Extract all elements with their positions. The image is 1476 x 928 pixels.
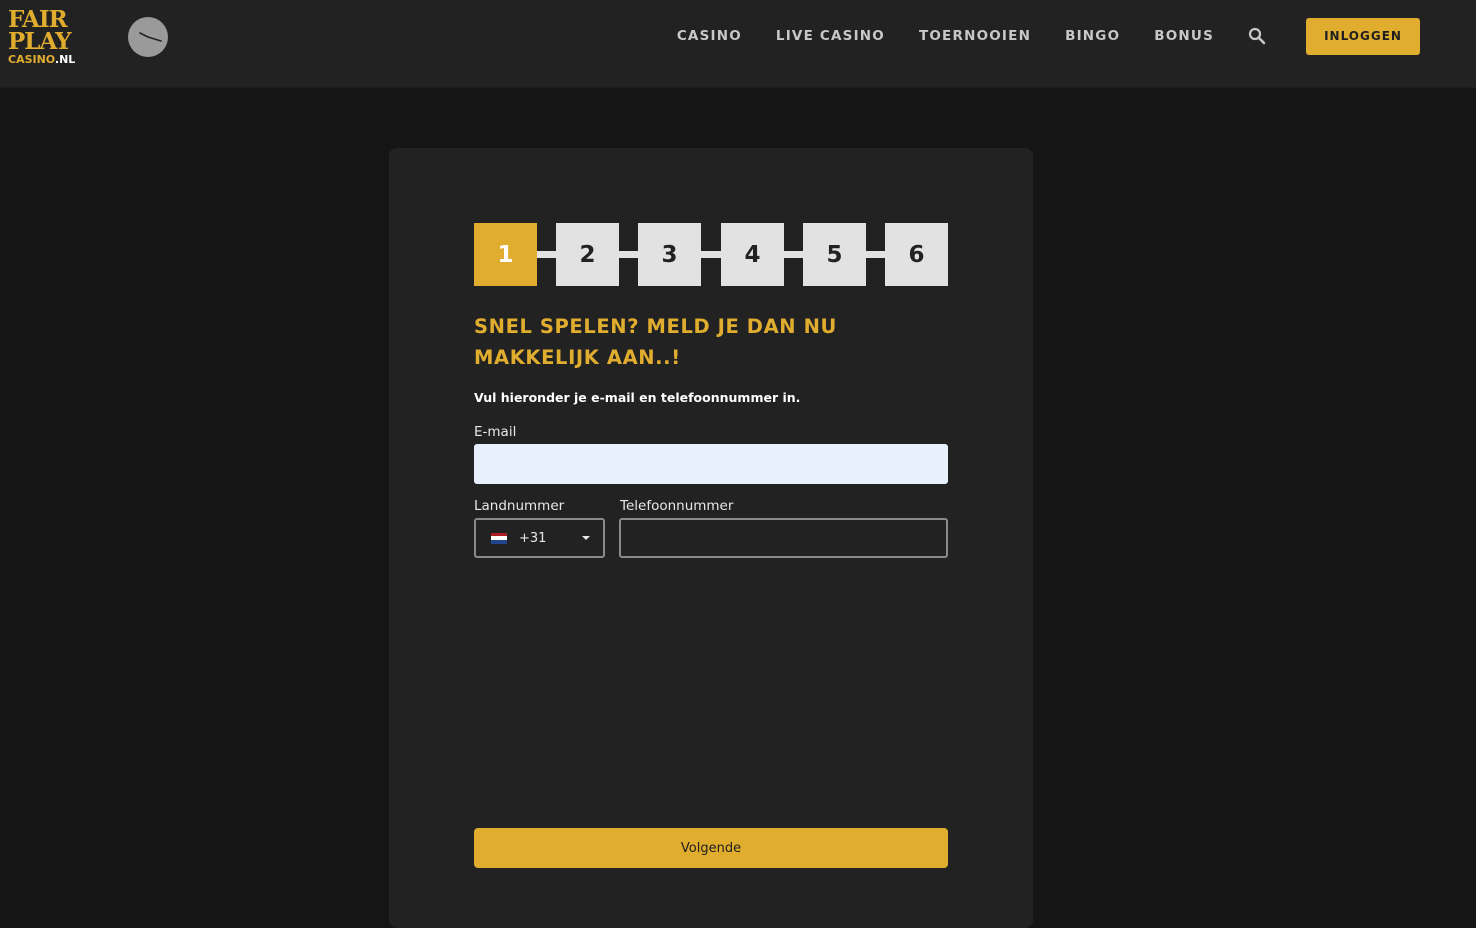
nav-live-casino[interactable]: LIVE CASINO bbox=[776, 28, 885, 44]
logo-line-casino: CASINO.NL bbox=[8, 54, 90, 66]
nav-toernooien[interactable]: TOERNOOIEN bbox=[919, 28, 1031, 44]
form-subtitle: Vul hieronder je e-mail en telefoonnumme… bbox=[474, 390, 801, 405]
step-5: 5 bbox=[803, 223, 866, 286]
country-code-select[interactable]: +31 bbox=[474, 518, 605, 558]
phone-field[interactable] bbox=[619, 518, 948, 558]
country-code-label: Landnummer bbox=[474, 498, 565, 514]
top-header: FAIR PLAY CASINO.NL CASINO LIVE CASINO T… bbox=[0, 0, 1476, 88]
logo-nl-text: .NL bbox=[54, 53, 76, 66]
nav-bonus[interactable]: BONUS bbox=[1154, 28, 1214, 44]
step-1: 1 bbox=[474, 223, 537, 286]
country-code-value: +31 bbox=[519, 530, 547, 546]
step-4: 4 bbox=[721, 223, 784, 286]
phone-label: Telefoonnummer bbox=[620, 498, 734, 514]
email-label: E-mail bbox=[474, 424, 517, 440]
search-icon[interactable] bbox=[1248, 26, 1268, 46]
form-title: SNEL SPELEN? MELD JE DAN NU MAKKELIJK AA… bbox=[474, 311, 874, 373]
nav-bingo[interactable]: BINGO bbox=[1065, 28, 1120, 44]
logo-line-play: PLAY bbox=[8, 28, 72, 55]
step-3: 3 bbox=[638, 223, 701, 286]
netherlands-flag-icon bbox=[491, 532, 507, 544]
form-title-line-1: SNEL SPELEN? MELD JE DAN NU bbox=[474, 315, 837, 338]
step-indicator: 1 2 3 4 5 6 bbox=[474, 223, 948, 286]
clock-icon bbox=[128, 17, 168, 57]
registration-card: 1 2 3 4 5 6 SNEL SPELEN? MELD JE DAN NU … bbox=[389, 148, 1033, 928]
main-nav: CASINO LIVE CASINO TOERNOOIEN BINGO BONU… bbox=[677, 0, 1420, 72]
form-title-line-2: MAKKELIJK AAN..! bbox=[474, 346, 681, 369]
nav-casino[interactable]: CASINO bbox=[677, 28, 742, 44]
step-2: 2 bbox=[556, 223, 619, 286]
next-button[interactable]: Volgende bbox=[474, 828, 948, 868]
step-6: 6 bbox=[885, 223, 948, 286]
fairplay-casino-logo[interactable]: FAIR PLAY CASINO.NL bbox=[8, 8, 90, 67]
logo-casino-text: CASINO bbox=[8, 53, 55, 66]
chevron-down-icon bbox=[582, 536, 590, 540]
login-button[interactable]: INLOGGEN bbox=[1306, 17, 1420, 55]
email-field[interactable] bbox=[474, 444, 948, 484]
